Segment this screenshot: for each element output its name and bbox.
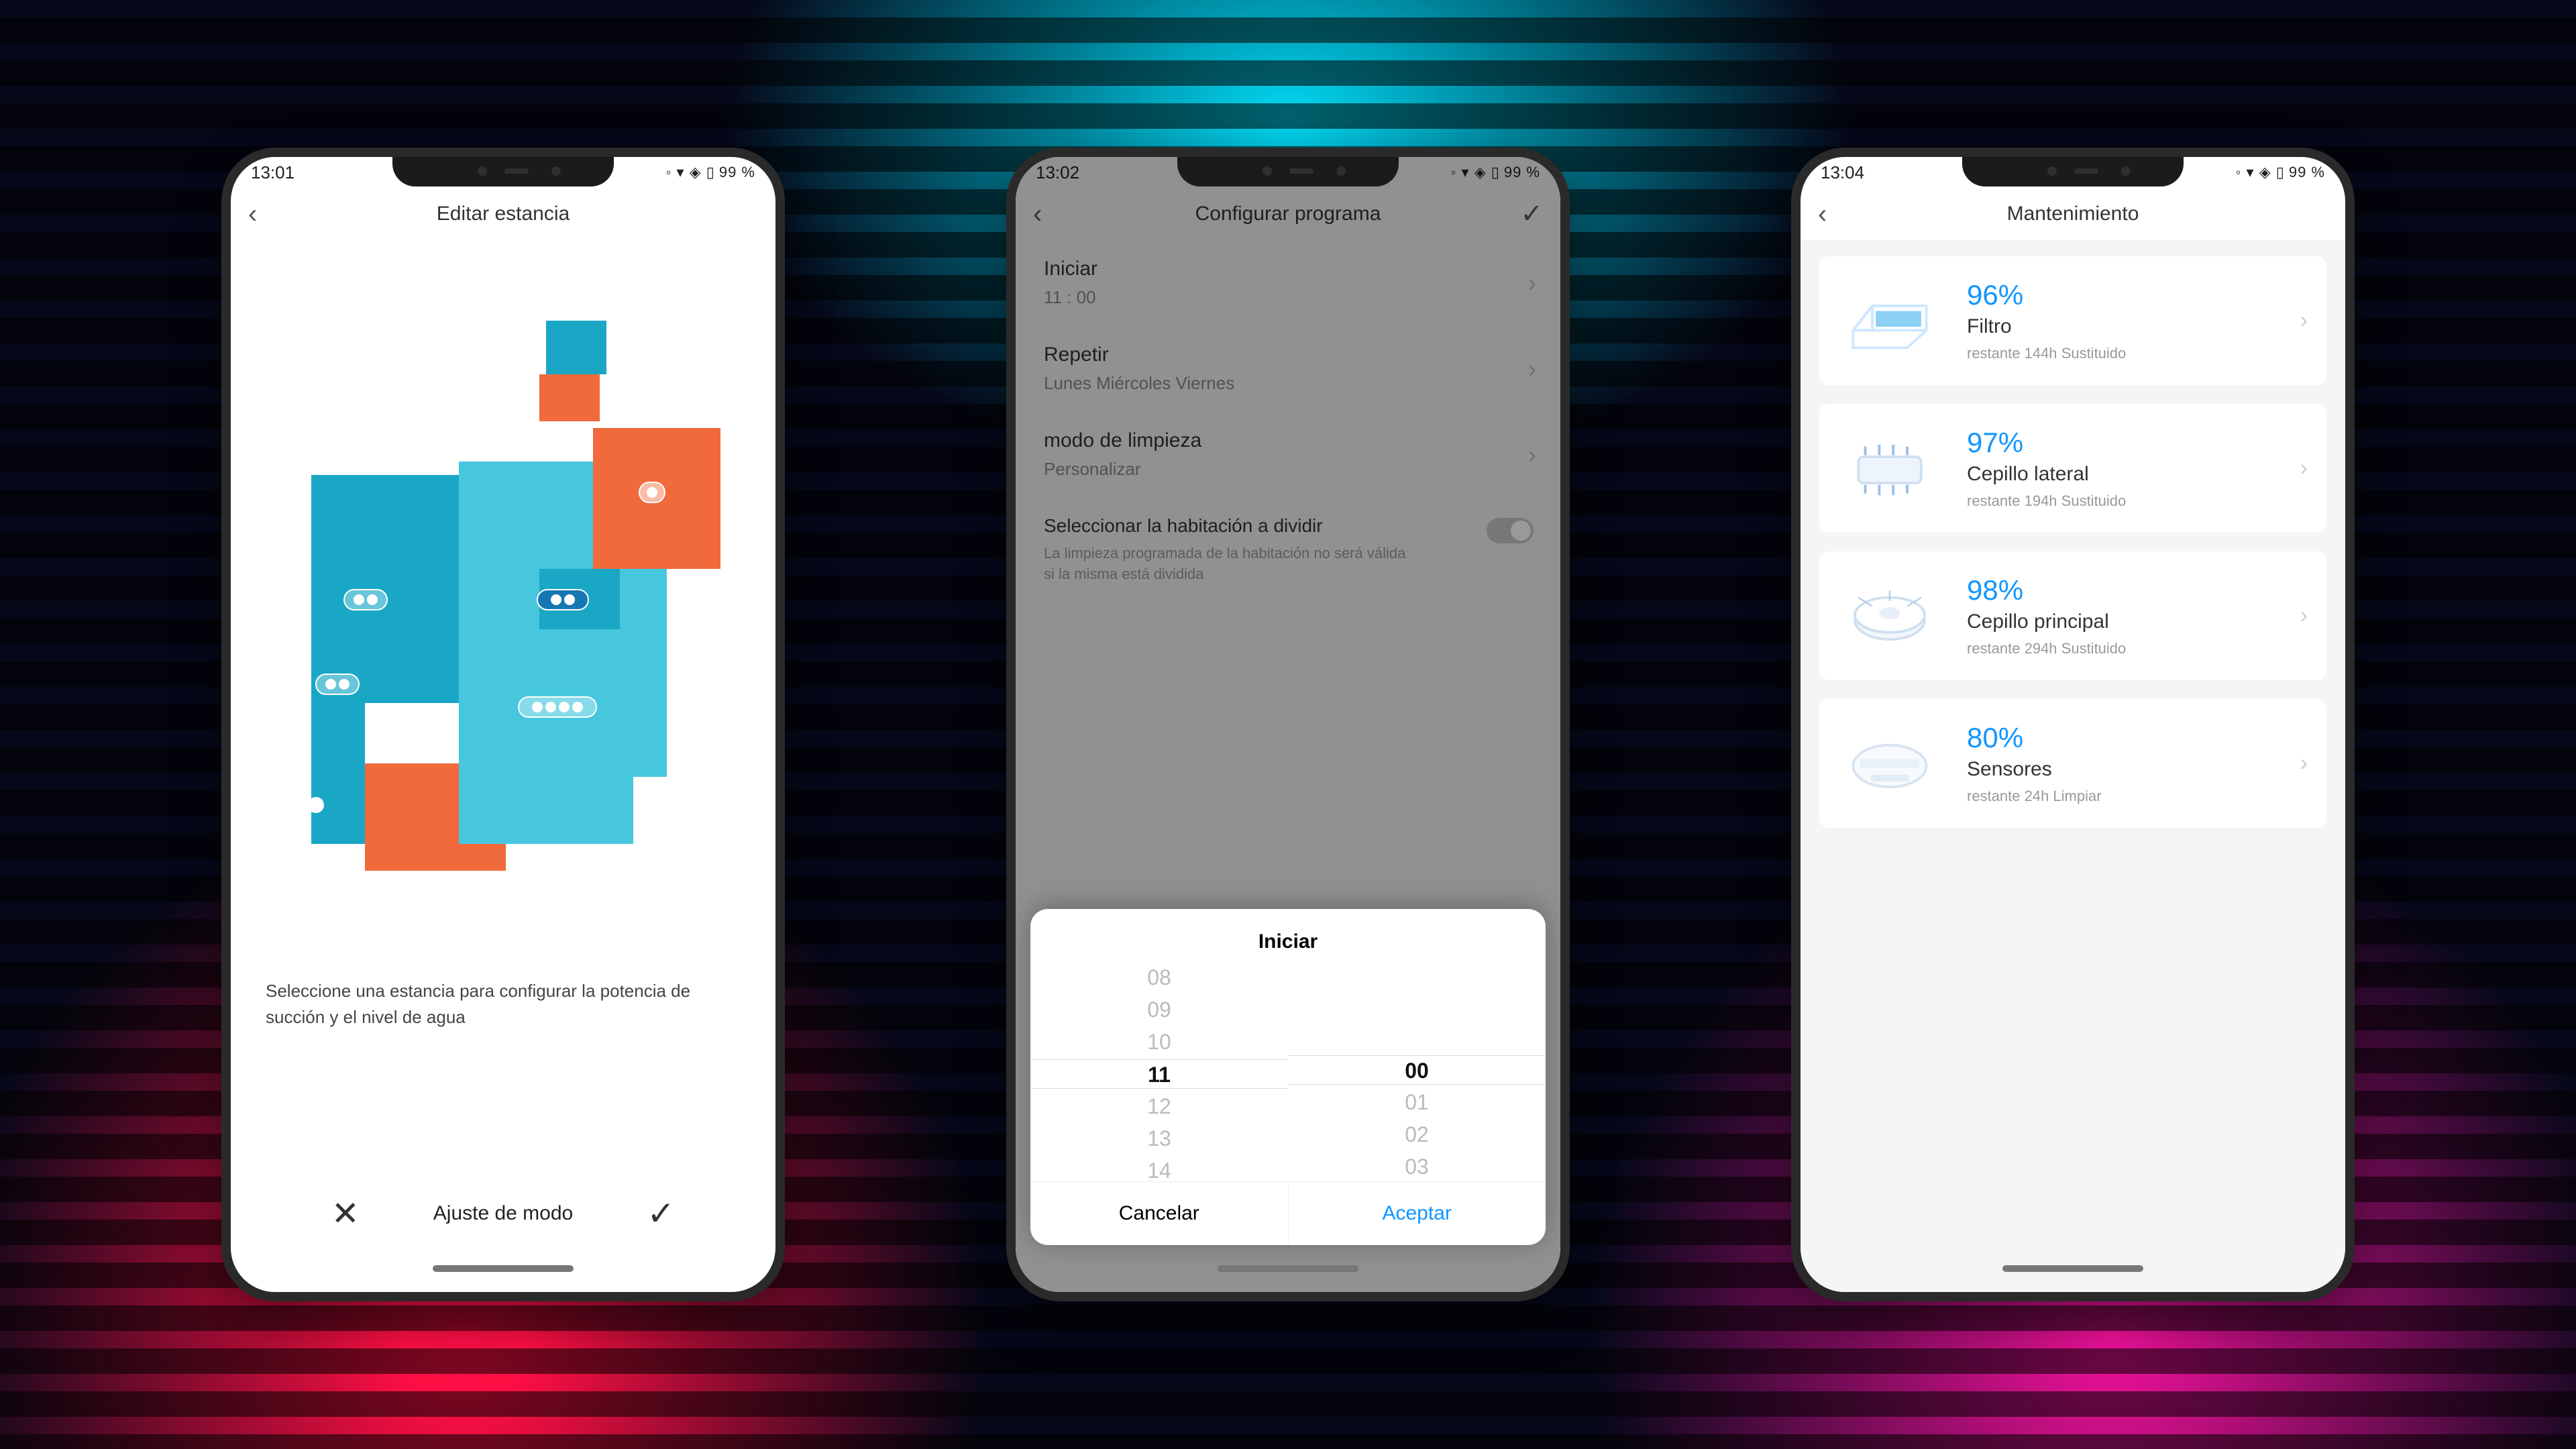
confirm-icon[interactable]: ✓ [1520,201,1543,227]
maintenance-card[interactable]: 96% Filtro restante 144h Sustituido › [1819,256,2326,385]
setting-start[interactable]: Iniciar 11 : 00 › [1016,240,1560,326]
phone-notch [1962,156,2184,186]
part-status: restante 194h Sustituido [1967,492,2126,510]
part-illustration [1839,431,1940,505]
wheel-row[interactable]: 03 [1405,1152,1429,1181]
cancel-button[interactable]: Cancelar [1030,1182,1288,1245]
part-name: Sensores [1967,758,2102,781]
part-status: restante 294h Sustituido [1967,640,2126,657]
mode-footer: ✕ Ajuste de modo ✓ [231,1194,775,1233]
clock: 13:04 [1821,162,1864,183]
maintenance-card[interactable]: 97% Cepillo lateral restante 194h Sustitui… [1819,404,2326,533]
close-icon[interactable]: ✕ [331,1194,360,1233]
part-status: restante 144h Sustituido [1967,345,2126,362]
setting-value: 11 : 00 [1044,287,1532,308]
percent-value: 98% [1967,574,2126,606]
part-status: restante 24h Limpiar [1967,788,2102,805]
mode-button[interactable]: Ajuste de modo [433,1202,573,1225]
wheel-row[interactable]: 02 [1405,1120,1429,1149]
setting-label: modo de limpieza [1044,429,1532,452]
page-title: Mantenimiento [2007,203,2139,225]
time-picker-sheet: Iniciar 08 09 101112 13 14 0001 02 03 Cancelar… [1030,909,1546,1245]
setting-value: Personalizar [1044,459,1532,480]
room-marker[interactable] [537,589,589,610]
setting-label: Repetir [1044,343,1532,366]
setting-label: Seleccionar la habitación a dividir [1044,515,1532,537]
setting-mode[interactable]: modo de limpieza Personalizar › [1016,412,1560,498]
wheel-row[interactable]: 10 [1147,1027,1171,1057]
setting-repeat[interactable]: Repetir Lunes Miércoles Viernes › [1016,326,1560,412]
room-marker[interactable] [315,674,360,695]
instruction-text: Seleccione una estancia para configurar … [231,978,775,1030]
setting-label: Iniciar [1044,258,1532,280]
part-name: Filtro [1967,315,2126,338]
clock: 13:01 [251,162,294,183]
back-icon[interactable]: ‹ [1033,201,1042,227]
part-name: Cepillo principal [1967,610,2126,633]
percent-value: 96% [1967,279,2126,311]
room-map[interactable] [231,240,775,978]
header: ‹ Configurar programa ✓ [1016,188,1560,240]
toggle-switch[interactable] [1487,518,1534,543]
wheel-row[interactable]: 13 [1147,1124,1171,1153]
setting-desc: La limpieza programada de la habitación … [1044,543,1419,585]
phone-notch [1177,156,1399,186]
chevron-right-icon: › [1528,269,1536,297]
phone-edit-room: 13:01 ◦ ▾ ◈ ▯99 % ‹ Editar estancia [221,148,785,1301]
hours-wheel[interactable]: 08091011121314 [1030,967,1288,1181]
wheel-row[interactable]: 09 [1147,995,1171,1024]
maintenance-card[interactable]: 98% Cepillo principal restante 294h Sustit… [1819,551,2326,680]
wheel-row[interactable]: 14 [1147,1156,1171,1185]
setting-room-split: Seleccionar la habitación a dividir La l… [1016,498,1560,602]
back-icon[interactable]: ‹ [248,201,257,227]
chevron-right-icon: › [1528,355,1536,383]
home-indicator[interactable] [433,1265,574,1272]
status-icons: ◦ ▾ ◈ ▯99 % [2236,164,2325,181]
room-marker[interactable] [639,482,665,503]
minutes-wheel[interactable]: 0001 02 03 [1288,967,1546,1181]
wheel-row[interactable]: 08 [1147,963,1171,992]
percent-value: 97% [1967,427,2126,459]
clock: 13:02 [1036,162,1079,183]
maintenance-card[interactable]: 80% Sensores restante 24h Limpiar › [1819,699,2326,828]
wheel-row[interactable]: 00 [1288,1055,1546,1085]
chevron-right-icon: › [2300,751,2308,777]
home-indicator[interactable] [2002,1265,2143,1272]
wheel-row[interactable]: 11 [1030,1059,1288,1089]
header: ‹ Editar estancia [231,188,775,240]
setting-value: Lunes Miércoles Viernes [1044,373,1532,394]
room-marker[interactable] [518,696,597,718]
robot-dock-icon [308,797,324,813]
confirm-icon[interactable]: ✓ [647,1194,675,1233]
room-marker[interactable] [343,589,388,610]
phone-schedule: 13:02 ◦ ▾ ◈ ▯99 % ‹ Configurar programa … [1006,148,1570,1301]
home-indicator[interactable] [1218,1265,1358,1272]
back-icon[interactable]: ‹ [1818,201,1827,227]
part-name: Cepillo lateral [1967,463,2126,486]
part-illustration [1839,727,1940,800]
accept-button[interactable]: Aceptar [1288,1182,1546,1245]
chevron-right-icon: › [1528,441,1536,469]
wheel-row[interactable]: 12 [1147,1091,1171,1121]
phone-maintenance: 13:04 ◦ ▾ ◈ ▯99 % ‹ Mantenimiento 96% Fil… [1791,148,2355,1301]
page-title: Editar estancia [437,203,570,225]
chevron-right-icon: › [2300,308,2308,334]
percent-value: 80% [1967,722,2102,754]
sheet-title: Iniciar [1030,909,1546,967]
status-icons: ◦ ▾ ◈ ▯99 % [666,164,755,181]
phone-notch [392,156,614,186]
part-illustration [1839,579,1940,653]
wheel-row[interactable]: 01 [1405,1087,1429,1117]
maintenance-list: 96% Filtro restante 144h Sustituido › 97% Cep… [1801,240,2345,1292]
chevron-right-icon: › [2300,603,2308,629]
status-icons: ◦ ▾ ◈ ▯99 % [1451,164,1540,181]
header: ‹ Mantenimiento [1801,188,2345,240]
part-illustration [1839,284,1940,358]
chevron-right-icon: › [2300,455,2308,482]
page-title: Configurar programa [1195,203,1381,225]
